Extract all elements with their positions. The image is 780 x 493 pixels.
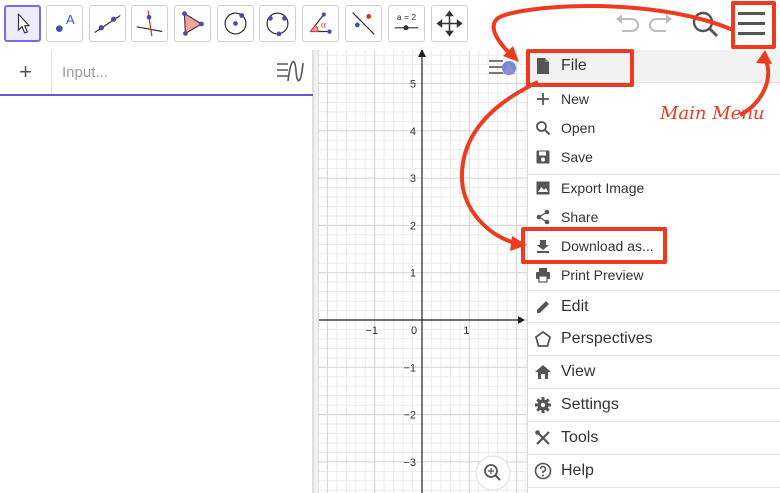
help-icon xyxy=(534,462,552,480)
perspectives-icon xyxy=(534,330,552,347)
y-tick-label: 2 xyxy=(410,220,416,232)
menu-edit[interactable]: Edit xyxy=(528,290,780,323)
menu-item-label: Open xyxy=(561,119,596,136)
y-tick-label: 4 xyxy=(410,126,416,138)
reflect-tool-icon xyxy=(352,12,375,35)
menu-settings[interactable]: Settings xyxy=(528,389,780,422)
svg-text:A: A xyxy=(66,12,75,27)
menu-file[interactable]: File xyxy=(528,50,780,83)
line-tool-button[interactable] xyxy=(89,5,126,42)
menu-item-export-image[interactable]: Export Image xyxy=(528,173,780,202)
menu-item-print-preview[interactable]: Print Preview xyxy=(528,260,780,289)
x-tick-label: 0 xyxy=(411,325,417,337)
y-tick-label: −2 xyxy=(403,410,416,422)
menu-tools[interactable]: Tools xyxy=(528,422,780,455)
menu-item-save[interactable]: Save xyxy=(528,142,780,171)
svg-text:a = 2: a = 2 xyxy=(397,12,416,22)
search-icon xyxy=(536,120,551,135)
reflect-tool-button[interactable] xyxy=(345,5,382,42)
algebra-view: + xyxy=(0,50,313,493)
slider-tool-icon: a = 2 xyxy=(394,12,419,31)
svg-text:α: α xyxy=(321,21,326,31)
line-tool-icon xyxy=(94,14,121,33)
main-menu-annotation-label: Main Menu xyxy=(660,103,765,124)
zoom-button[interactable] xyxy=(475,455,511,491)
tools-icon xyxy=(535,430,550,445)
polygon-tool-icon xyxy=(182,11,204,36)
menu-section-label: View xyxy=(561,363,596,380)
circle-center-point-tool-button[interactable] xyxy=(217,5,254,42)
file-icon xyxy=(537,58,549,74)
gear-icon xyxy=(535,397,551,413)
x-tick-label: −1 xyxy=(365,325,378,337)
circle-center-point-tool-icon xyxy=(224,12,247,35)
image-icon xyxy=(536,181,550,194)
algebra-style-icon[interactable] xyxy=(275,59,305,85)
menu-view[interactable]: View xyxy=(528,356,780,389)
share-icon xyxy=(536,209,550,224)
x-tick-label: 1 xyxy=(463,325,469,337)
hamburger-menu-icon[interactable] xyxy=(734,6,770,42)
menu-item-share[interactable]: Share xyxy=(528,202,780,231)
menu-perspectives[interactable]: Perspectives xyxy=(528,323,780,356)
download-icon xyxy=(537,239,549,253)
circle-three-points-tool-icon xyxy=(266,12,289,37)
menu-item-label: Download as... xyxy=(561,237,654,254)
menu-item-label: Share xyxy=(561,208,599,225)
angle-tool-button[interactable]: α xyxy=(302,5,339,42)
perpendicular-line-tool-button[interactable] xyxy=(131,5,168,42)
redo-icon[interactable] xyxy=(646,6,676,42)
menu-section-label: Edit xyxy=(561,297,589,315)
y-tick-label: 5 xyxy=(410,79,416,91)
undo-icon[interactable] xyxy=(612,6,642,42)
menu-item-label: Print Preview xyxy=(561,266,644,283)
plus-icon xyxy=(537,92,549,105)
menu-section-label: Settings xyxy=(561,396,619,413)
move-graphics-view-tool-icon xyxy=(436,10,463,37)
pencil-icon xyxy=(537,300,549,313)
menu-item-label: New xyxy=(561,90,590,107)
y-tick-label: 1 xyxy=(410,268,416,280)
menu-help[interactable]: Help xyxy=(528,455,780,488)
menu-section-label: Perspectives xyxy=(561,330,653,347)
style-bar-toggle-icon[interactable] xyxy=(489,60,516,75)
menu-section-label: Tools xyxy=(561,429,599,446)
menu-item-label: Export Image xyxy=(561,179,645,196)
y-tick-label: −1 xyxy=(403,362,416,374)
save-icon xyxy=(536,150,550,163)
y-tick-label: 3 xyxy=(410,173,416,185)
add-button[interactable]: + xyxy=(0,50,52,94)
algebra-input-row: + xyxy=(0,50,313,96)
point-tool-button[interactable]: A xyxy=(46,5,83,42)
point-tool-icon: A xyxy=(55,12,75,33)
slider-tool-button[interactable]: a = 2 xyxy=(388,5,425,42)
algebra-input[interactable] xyxy=(62,60,262,84)
angle-tool-icon: α xyxy=(309,12,332,34)
polygon-tool-button[interactable] xyxy=(174,5,211,42)
menu-item-label: Save xyxy=(561,148,593,165)
toolbar: A α a = 2 xyxy=(0,0,780,50)
y-tick-label: −3 xyxy=(403,457,416,469)
perpendicular-line-tool-icon xyxy=(136,10,163,37)
move-tool-icon xyxy=(17,13,30,34)
menu-item-download-as[interactable]: Download as... xyxy=(528,231,780,260)
search-icon[interactable] xyxy=(689,6,721,42)
move-tool-button[interactable] xyxy=(4,5,41,42)
menu-file-label: File xyxy=(561,57,587,74)
home-icon xyxy=(535,365,551,379)
menu-section-label: Help xyxy=(561,462,594,479)
move-graphics-view-tool-button[interactable] xyxy=(431,5,468,42)
circle-three-points-tool-button[interactable] xyxy=(259,5,296,42)
print-icon xyxy=(536,267,550,283)
